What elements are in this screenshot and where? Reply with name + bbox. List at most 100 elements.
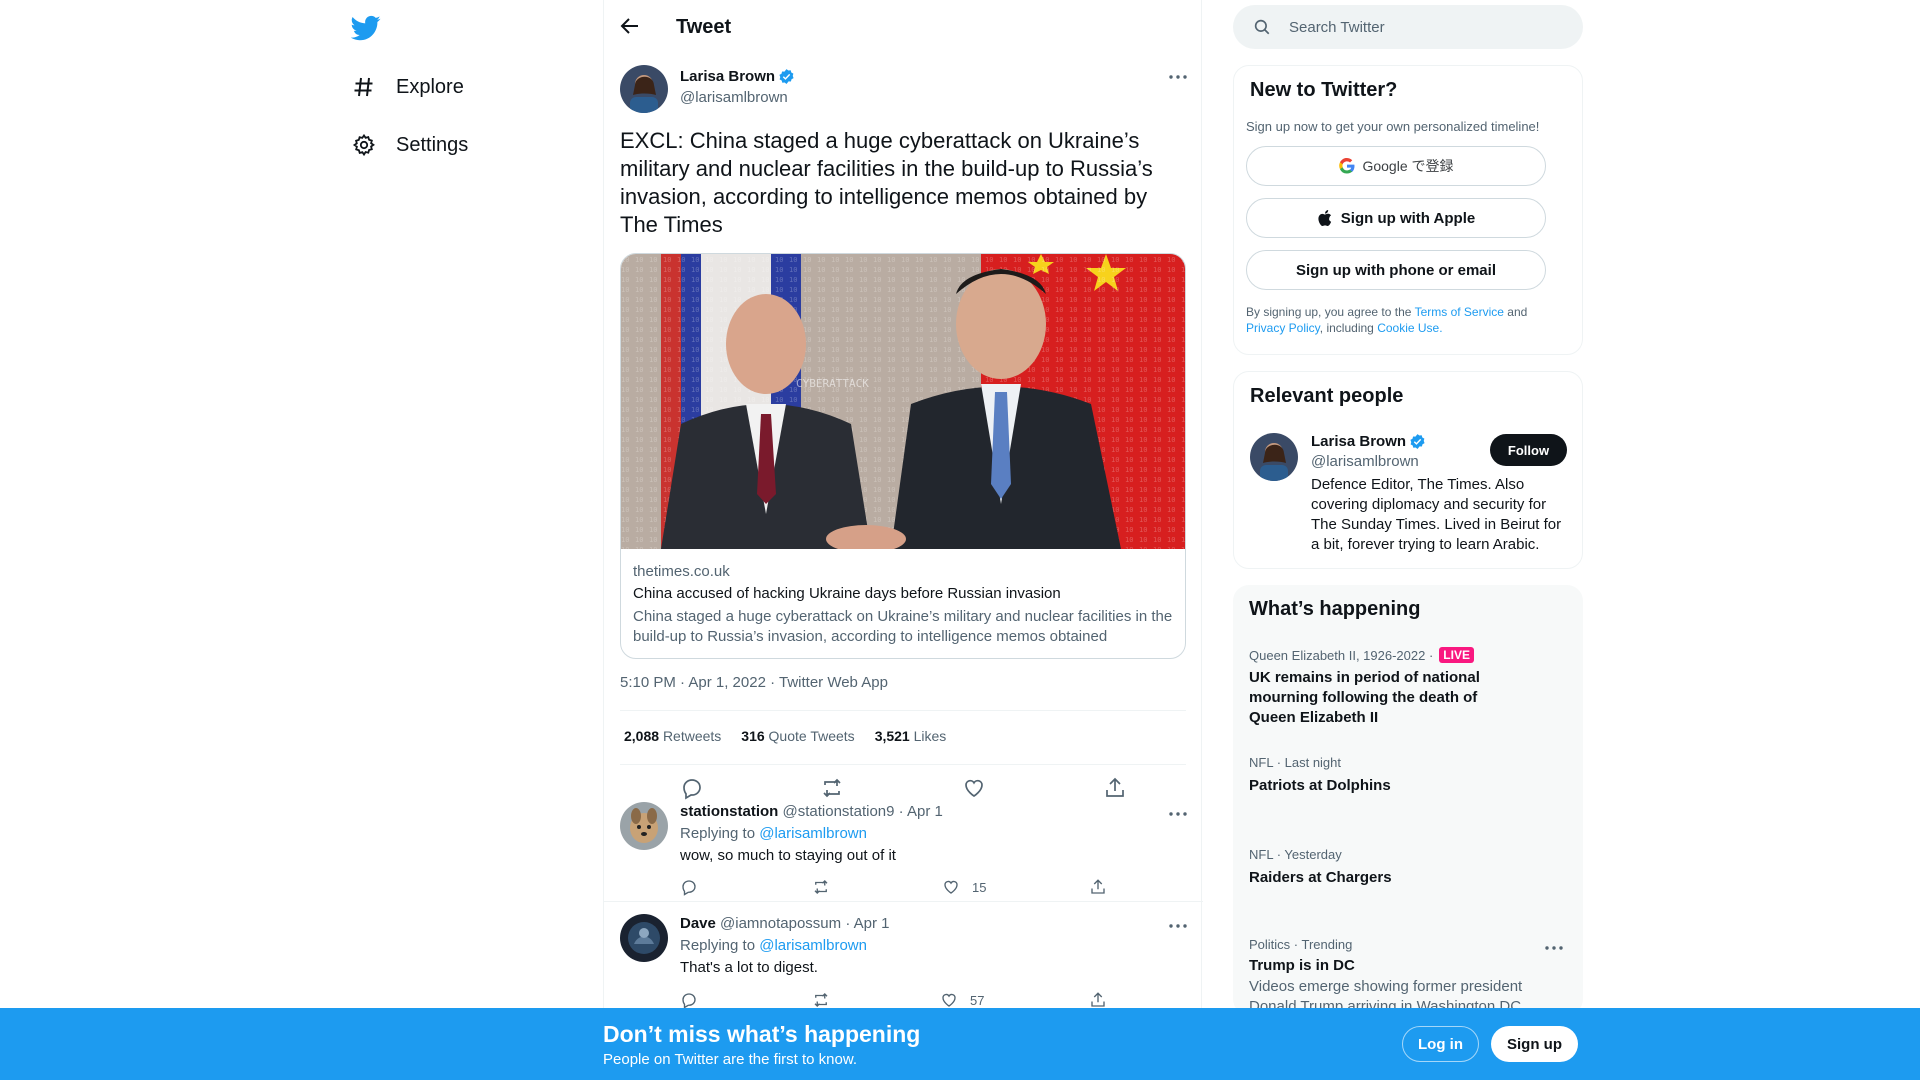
reply-author-handle[interactable]: @stationstation9: [783, 803, 895, 820]
like-count: 15: [972, 879, 987, 895]
person-name[interactable]: Larisa Brown: [1311, 433, 1426, 450]
reply-date[interactable]: · Apr 1: [899, 803, 943, 820]
reply-icon: [682, 880, 696, 896]
reply-header: Dave @iamnotapossum · Apr 1: [680, 915, 890, 932]
trend-title: Trump is in DC: [1249, 957, 1355, 974]
retweet-icon: [814, 993, 828, 1007]
follow-button[interactable]: Follow: [1490, 434, 1567, 466]
new-to-twitter-panel: New to Twitter? Sign up now to get your …: [1233, 65, 1583, 355]
tweet-timestamp[interactable]: 5:10 PM · Apr 1, 2022 · Twitter Web App: [620, 674, 888, 691]
share-action[interactable]: [1089, 991, 1119, 1009]
nav-settings[interactable]: Settings: [351, 127, 468, 163]
reply-action[interactable]: [680, 991, 710, 1009]
terms-link[interactable]: Terms of Service: [1415, 305, 1504, 319]
reply-tweet[interactable]: stationstation @stationstation9 · Apr 1 …: [604, 798, 1203, 902]
author-handle[interactable]: @larisamlbrown: [680, 89, 788, 106]
more-options-icon[interactable]: [1167, 915, 1189, 937]
apple-signup-button[interactable]: Sign up with Apple: [1246, 198, 1546, 238]
tweet-text: EXCL: China staged a huge cyberattack on…: [620, 128, 1153, 237]
replying-to-link[interactable]: @larisamlbrown: [759, 825, 867, 842]
search-bar[interactable]: [1233, 5, 1583, 49]
twitter-logo-icon[interactable]: [350, 13, 381, 43]
author-avatar[interactable]: [620, 65, 668, 113]
card-description: China staged a huge cyberattack on Ukrai…: [633, 608, 1173, 645]
trend-context: Queen Elizabeth II, 1926-2022 · LIVE: [1249, 647, 1474, 663]
banner-title: Don’t miss what’s happening: [603, 1021, 921, 1047]
more-options-icon[interactable]: [1167, 66, 1189, 88]
relevant-people-panel: Relevant people Larisa Brown @larisamlbr…: [1233, 371, 1583, 569]
reply-icon[interactable]: [680, 776, 704, 800]
trend-title: UK remains in period of national mournin…: [1249, 669, 1480, 726]
like-icon: [942, 993, 956, 1007]
verified-badge-icon: [1410, 434, 1425, 449]
reply-header: stationstation @stationstation9 · Apr 1: [680, 803, 943, 820]
reply-author-name[interactable]: stationstation: [680, 803, 778, 820]
retweet-action[interactable]: [812, 878, 842, 896]
more-options-icon[interactable]: [1167, 803, 1189, 825]
panel-title: Relevant people: [1250, 385, 1404, 407]
share-icon[interactable]: [1103, 776, 1127, 800]
author-name-text: Larisa Brown: [680, 68, 776, 85]
retweet-action[interactable]: [812, 991, 842, 1009]
like-action[interactable]: 57: [940, 991, 984, 1009]
phone-email-signup-button[interactable]: Sign up with phone or email: [1246, 250, 1546, 290]
search-icon: [1254, 19, 1270, 35]
banner-subtitle: People on Twitter are the first to know.: [603, 1051, 858, 1068]
card-title: China accused of hacking Ukraine days be…: [633, 585, 1061, 602]
author-name[interactable]: Larisa Brown: [680, 68, 795, 85]
trend-title: Raiders at Chargers: [1249, 869, 1392, 886]
google-signup-button[interactable]: Google で登録: [1246, 146, 1546, 186]
nav-settings-label: Settings: [396, 133, 469, 156]
signup-button[interactable]: Sign up: [1491, 1026, 1578, 1062]
like-count: 57: [970, 992, 985, 1008]
reply-tweet[interactable]: Dave @iamnotapossum · Apr 1 Replying to …: [604, 902, 1203, 1012]
panel-title: New to Twitter?: [1250, 79, 1398, 101]
search-input[interactable]: [1289, 16, 1559, 38]
back-arrow-icon[interactable]: [618, 14, 642, 38]
phone-signup-label: Sign up with phone or email: [1295, 261, 1496, 279]
replying-to-link[interactable]: @larisamlbrown: [759, 937, 867, 954]
share-icon: [1091, 992, 1105, 1007]
trend-context: NFL · Yesterday: [1249, 847, 1342, 862]
likes-stat[interactable]: 3,521 Likes: [875, 728, 947, 744]
like-action[interactable]: 15: [942, 878, 986, 896]
reply-author-handle[interactable]: @iamnotapossum: [720, 915, 841, 932]
person-avatar[interactable]: [1250, 433, 1298, 481]
reply-action[interactable]: [680, 878, 710, 896]
login-button[interactable]: Log in: [1402, 1026, 1479, 1062]
reply-author-name[interactable]: Dave: [680, 915, 716, 932]
person-bio: Defence Editor, The Times. Also covering…: [1311, 476, 1562, 553]
google-signup-label: Google で登録: [1362, 158, 1454, 174]
live-badge: LIVE: [1439, 647, 1474, 663]
signup-banner: Don’t miss what’s happening People on Tw…: [0, 1008, 1920, 1080]
tweet-stats: 2,088 Retweets 316 Quote Tweets 3,521 Li…: [624, 728, 946, 744]
hashtag-icon: [351, 74, 377, 100]
quote-tweets-stat[interactable]: 316 Quote Tweets: [741, 728, 854, 744]
main-column: Tweet Larisa Brown @larisamlbrown EXCL: …: [603, 0, 1203, 1080]
apple-icon: [1318, 209, 1331, 227]
svg-text:CYBERATTACK: CYBERATTACK: [796, 377, 869, 390]
trend-context: Politics · Trending: [1249, 937, 1353, 952]
replying-to: Replying to @larisamlbrown: [680, 937, 867, 954]
panel-subtitle: Sign up now to get your own personalized…: [1246, 119, 1540, 134]
retweet-icon: [814, 880, 828, 894]
cookie-link[interactable]: Cookie Use.: [1377, 321, 1442, 335]
person-handle[interactable]: @larisamlbrown: [1311, 453, 1419, 470]
card-image: 10 CYBERATTACK: [621, 254, 1185, 549]
reply-avatar[interactable]: [620, 802, 668, 850]
privacy-link[interactable]: Privacy Policy: [1246, 321, 1320, 335]
share-action[interactable]: [1089, 878, 1119, 896]
trend-title: Patriots at Dolphins: [1249, 777, 1391, 794]
retweets-stat[interactable]: 2,088 Retweets: [624, 728, 721, 744]
panel-title: What’s happening: [1249, 598, 1421, 620]
link-card[interactable]: 10 CYBERATTACK thetimes.co.uk: [620, 253, 1186, 659]
reply-avatar[interactable]: [620, 914, 668, 962]
nav-explore[interactable]: Explore: [351, 69, 464, 105]
like-icon: [944, 880, 958, 894]
like-icon[interactable]: [962, 776, 986, 800]
reply-date[interactable]: · Apr 1: [845, 915, 889, 932]
share-icon: [1091, 879, 1105, 894]
more-options-icon[interactable]: [1543, 937, 1565, 959]
reply-icon: [682, 993, 696, 1009]
retweet-icon[interactable]: [820, 776, 844, 800]
